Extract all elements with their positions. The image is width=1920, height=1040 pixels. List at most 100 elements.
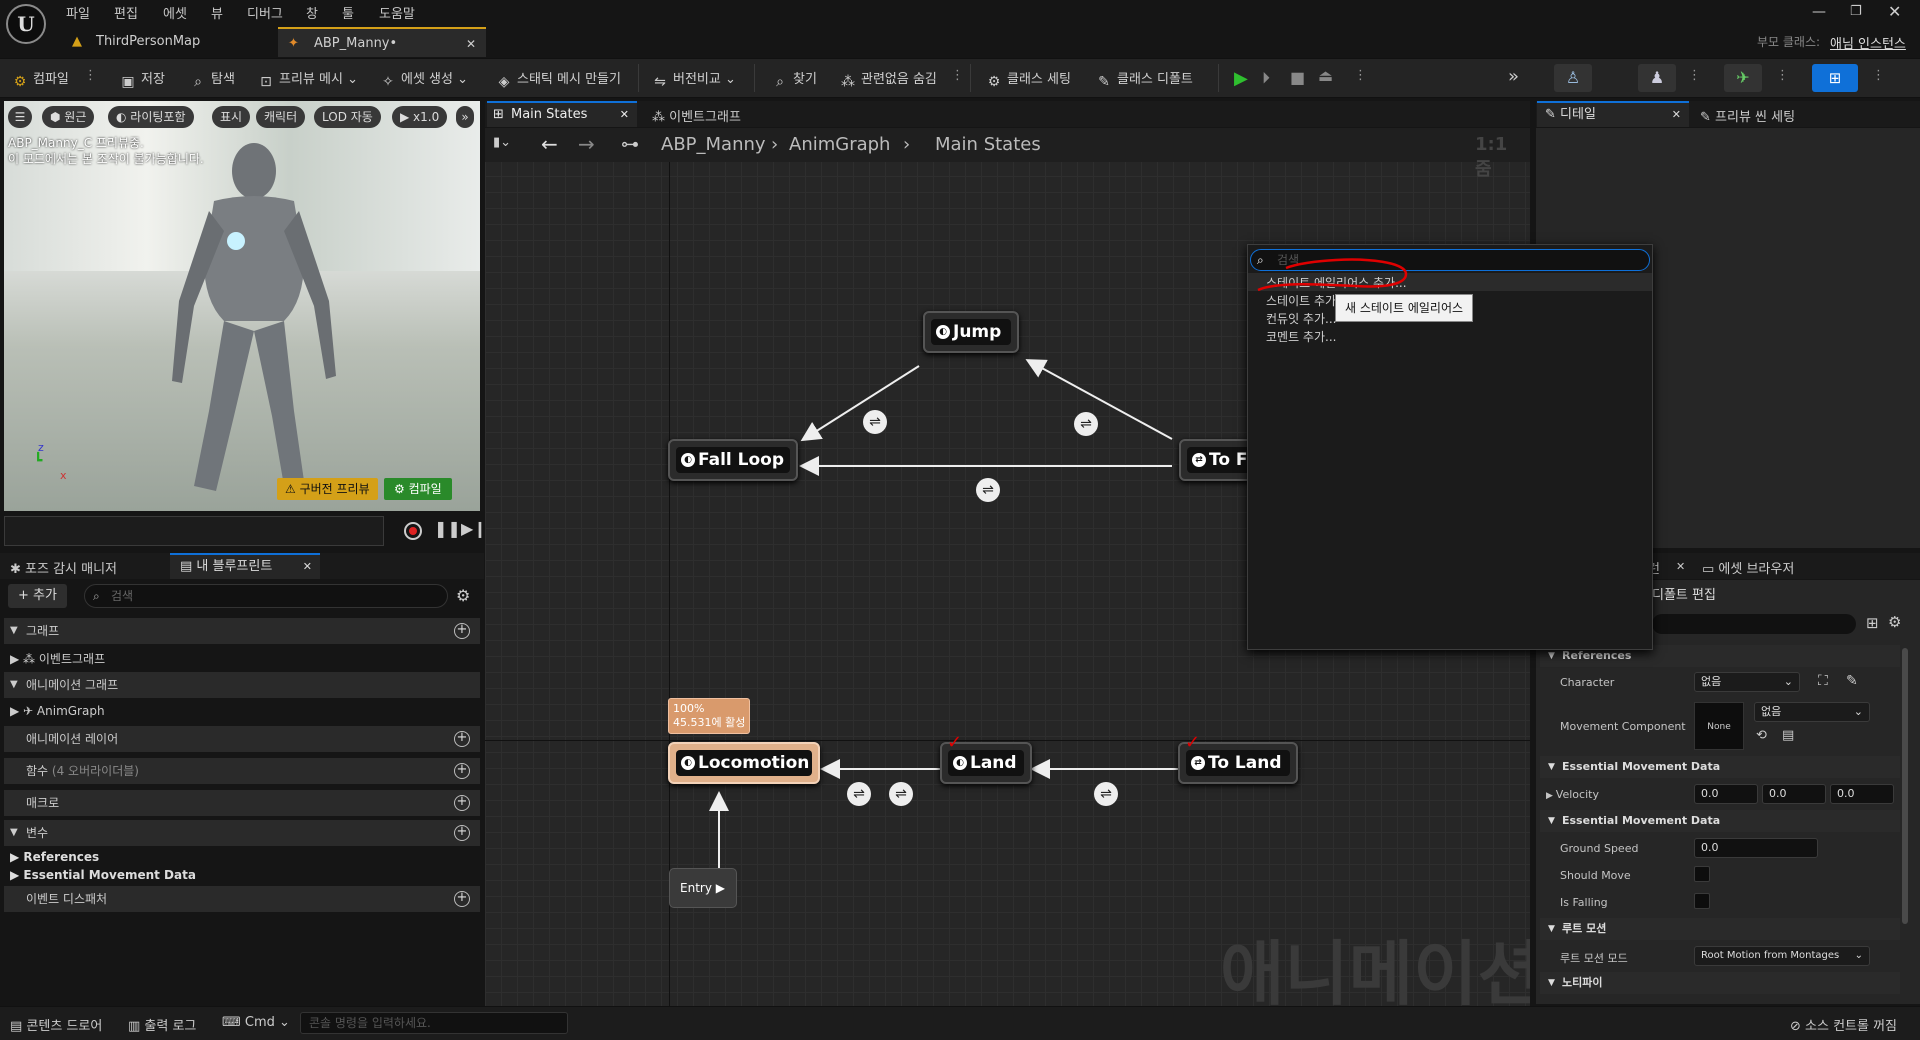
bookmark-icon[interactable]: ▮⌄ xyxy=(493,135,511,150)
close-tab-icon[interactable]: ✕ xyxy=(1672,103,1681,127)
breadcrumb-states[interactable]: Main States xyxy=(935,134,1041,155)
add-graph-icon[interactable]: + xyxy=(454,623,470,639)
transition-rule-icon[interactable]: ⇌ xyxy=(863,410,887,434)
tab-third-person-map[interactable]: ▲ ThirdPersonMap xyxy=(60,27,274,57)
class-defaults-button[interactable]: ✎ 클래스 디폴트 xyxy=(1096,68,1193,90)
expand-toolbar-icon[interactable]: » xyxy=(1508,66,1519,87)
anim-graph-item[interactable]: ▶ ✈ AnimGraph xyxy=(10,704,105,718)
more-options-icon[interactable]: ⋮ xyxy=(951,68,964,83)
class-settings-button[interactable]: ⚙ 클래스 세팅 xyxy=(986,68,1071,90)
tab-details[interactable]: ✎ 디테일 ✕ xyxy=(1537,101,1689,127)
menu-window[interactable]: 창 xyxy=(306,3,318,22)
viewport-compile-button[interactable]: ⚙ 컴파일 xyxy=(384,478,452,500)
make-static-mesh-button[interactable]: ◈ 스태틱 메시 만들기 xyxy=(496,68,621,90)
forward-icon[interactable]: ▶❙ xyxy=(461,519,487,538)
blueprint-search-input[interactable]: ⌕ 검색 xyxy=(84,584,448,608)
variables-references-category[interactable]: ▶ References xyxy=(10,850,99,864)
reset-arrow-icon[interactable]: ⟲ xyxy=(1756,728,1767,743)
transition-rule-icon[interactable]: ⇌ xyxy=(976,478,1000,502)
browse-folder-icon[interactable]: ▤ xyxy=(1782,728,1794,743)
show-button[interactable]: 표시 xyxy=(212,106,251,128)
section-graphs[interactable]: ▼ 그래프 + xyxy=(4,618,480,644)
menu-tools[interactable]: 툴 xyxy=(342,3,354,22)
parent-class-link[interactable]: 애님 인스턴스 xyxy=(1830,33,1906,52)
section-anim-layers[interactable]: 애니메이션 레이어 + xyxy=(4,726,480,752)
timeline-scrubber[interactable] xyxy=(4,516,384,546)
blueprint-mode-icon[interactable]: ⊞ xyxy=(1812,64,1858,92)
is-falling-checkbox[interactable] xyxy=(1694,893,1710,909)
state-node-fall-loop[interactable]: ◐ Fall Loop xyxy=(668,439,798,481)
defaults-search-input[interactable] xyxy=(1652,614,1856,634)
add-dispatcher-icon[interactable]: + xyxy=(454,891,470,907)
console-input[interactable]: 콘솔 명령을 입력하세요. xyxy=(300,1012,568,1034)
settings-gear-icon[interactable]: ⚙ xyxy=(1888,613,1901,631)
transition-rule-icon[interactable]: ⇌ xyxy=(847,782,871,806)
play-options-icon[interactable]: ⋮ xyxy=(1354,68,1367,83)
variables-essential-category[interactable]: ▶ Essential Movement Data xyxy=(10,868,196,882)
tab-main-states[interactable]: ⊞ Main States ✕ xyxy=(487,101,637,127)
back-arrow-icon[interactable]: ← xyxy=(541,132,558,156)
character-button[interactable]: 캐릭터 xyxy=(256,106,306,128)
record-icon[interactable] xyxy=(404,522,422,540)
settings-gear-icon[interactable]: ⚙ xyxy=(456,586,470,605)
play-icon[interactable]: ▶ xyxy=(1234,68,1248,89)
preview-mesh-button[interactable]: ⊡ 프리뷰 메시 ⌄ xyxy=(258,68,358,90)
add-button[interactable]: + 추가 xyxy=(8,584,67,608)
transition-rule-icon[interactable]: ⇌ xyxy=(1074,412,1098,436)
menu-view[interactable]: 뷰 xyxy=(211,3,223,22)
tab-my-blueprint[interactable]: ▤ 내 블루프린트 ✕ xyxy=(170,553,320,579)
blueprint-options-icon[interactable]: ⋮ xyxy=(1872,68,1885,83)
close-tab-icon[interactable]: ✕ xyxy=(1676,560,1685,573)
tab-pose-watch[interactable]: ✱ 포즈 감시 매니저 xyxy=(10,558,117,577)
state-node-locomotion[interactable]: ◐ Locomotion xyxy=(668,742,820,784)
menu-asset[interactable]: 에셋 xyxy=(163,3,187,22)
restore-icon[interactable]: ❐ xyxy=(1850,4,1862,19)
animation-mode-icon[interactable]: ✈ xyxy=(1724,64,1762,92)
breadcrumb-anim[interactable]: AnimGraph xyxy=(789,134,890,155)
hide-unrelated-button[interactable]: ⁂ 관련없음 숨김 xyxy=(840,68,937,90)
mesh-mode-icon[interactable]: ♟ xyxy=(1638,64,1676,92)
menu-file[interactable]: 파일 xyxy=(66,3,90,22)
tab-abp-manny[interactable]: ✦ ABP_Manny• ✕ xyxy=(278,27,486,57)
browse-button[interactable]: ⌕ 탐색 xyxy=(190,68,235,90)
ground-speed-input[interactable]: 0.0 xyxy=(1694,838,1818,858)
source-control-button[interactable]: ⊘ 소스 컨트롤 꺼짐 xyxy=(1790,1015,1897,1034)
movement-component-dropdown[interactable]: 없음 ⌄ xyxy=(1754,702,1870,722)
stop-icon[interactable]: ■ xyxy=(1290,68,1305,87)
output-log-button[interactable]: ▥ 출력 로그 xyxy=(128,1015,196,1034)
transition-rule-icon[interactable]: ⇌ xyxy=(889,782,913,806)
menu-edit[interactable]: 편집 xyxy=(114,3,138,22)
section-variables[interactable]: ▼ 변수 + xyxy=(4,820,480,846)
transition-rule-icon[interactable]: ⇌ xyxy=(1094,782,1118,806)
add-macro-icon[interactable]: + xyxy=(454,795,470,811)
close-tab-icon[interactable]: ✕ xyxy=(620,103,629,127)
lod-button[interactable]: LOD 자동 xyxy=(314,106,381,128)
compile-button[interactable]: ⚙ 컴파일 xyxy=(12,68,69,90)
cmd-dropdown[interactable]: ⌨ Cmd ⌄ xyxy=(222,1015,290,1030)
table-view-icon[interactable]: ⊞ xyxy=(1866,614,1879,632)
minimize-icon[interactable]: — xyxy=(1812,4,1826,20)
root-motion-mode-dropdown[interactable]: Root Motion from Montages ⌄ xyxy=(1694,946,1870,966)
add-conduit-item[interactable]: 컨듀잇 추가... xyxy=(1266,310,1336,327)
create-asset-button[interactable]: ✧ 에셋 생성 ⌄ xyxy=(380,68,468,90)
add-function-icon[interactable]: + xyxy=(454,763,470,779)
step-icon[interactable]: ⏵ xyxy=(1262,68,1270,88)
pause-icon[interactable]: ❚❚ xyxy=(434,519,461,538)
skeleton-mode-icon[interactable]: ♙ xyxy=(1554,64,1592,92)
breadcrumb-abp[interactable]: ABP_Manny xyxy=(661,134,766,155)
close-window-icon[interactable]: ✕ xyxy=(1888,2,1901,21)
forward-arrow-icon[interactable]: → xyxy=(578,132,595,156)
lighting-button[interactable]: ◐ 라이팅포함 xyxy=(108,106,194,128)
velocity-z-input[interactable]: 0.0 xyxy=(1830,784,1894,804)
diff-button[interactable]: ⇋ 버전비교 ⌄ xyxy=(652,68,736,90)
add-layer-icon[interactable]: + xyxy=(454,731,470,747)
category-notify[interactable]: ▼ 노티파이 xyxy=(1540,972,1900,994)
speed-button[interactable]: ▶ x1.0 xyxy=(392,106,448,128)
section-event-dispatchers[interactable]: 이벤트 디스패처 + xyxy=(4,886,480,912)
section-functions[interactable]: 함수 (4 오버라이더블) + xyxy=(4,758,480,784)
state-node-jump[interactable]: ◐ Jump xyxy=(923,311,1019,353)
mode-options-icon[interactable]: ⋮ xyxy=(1688,68,1701,83)
section-macros[interactable]: 매크로 + xyxy=(4,790,480,816)
details-scrollbar[interactable] xyxy=(1902,648,1908,924)
add-variable-icon[interactable]: + xyxy=(454,825,470,841)
